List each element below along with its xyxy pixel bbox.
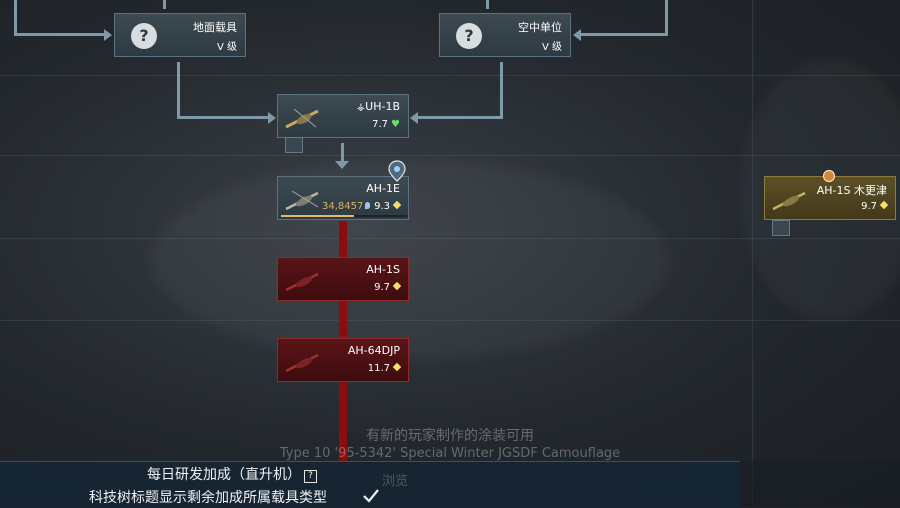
- nation-emblem-icon: ⚶: [356, 102, 366, 113]
- arrow-right-icon: [104, 29, 112, 41]
- grid-line: [0, 155, 900, 156]
- premium-marker-icon: [822, 169, 836, 183]
- crew-slot-icon: [772, 220, 790, 236]
- card-rank: V 级: [541, 42, 562, 53]
- connector: [341, 143, 344, 163]
- card-name: AH-64DJP: [347, 344, 400, 357]
- marker-icon: [388, 160, 406, 182]
- br-diamond-icon: [879, 200, 889, 210]
- helicopter-icon: [285, 353, 319, 373]
- connector: [581, 33, 668, 36]
- helicopter-icon: [285, 108, 319, 129]
- ground-vehicles-card[interactable]: ? 地面载具 V 级: [114, 13, 246, 57]
- arrow-left-icon: [410, 112, 418, 124]
- locked-line: [339, 301, 347, 337]
- research-points: 34,8457: [322, 201, 371, 212]
- card-name: ⚶UH-1B: [356, 100, 400, 113]
- card-br: 11.7: [368, 362, 402, 374]
- card-name: 地面载具: [193, 21, 237, 34]
- helicopter-icon: [285, 190, 319, 211]
- card-name: AH-1S 木更津: [816, 184, 887, 197]
- vehicle-card-ah1s[interactable]: AH-1S 9.7: [277, 257, 409, 301]
- helicopter-icon: [772, 191, 806, 211]
- show-vehicle-types-label: 科技树标题显示剩余加成所属载具类型: [89, 490, 327, 506]
- connector: [163, 0, 166, 9]
- connector: [418, 116, 503, 119]
- daily-research-bonus: 每日研发加成（直升机）?: [147, 464, 317, 484]
- grid-line: [0, 320, 900, 321]
- br-diamond-icon: [392, 281, 402, 291]
- vehicle-card-ah1e[interactable]: AH-1E 34,8457 9.3: [277, 176, 409, 220]
- crew-slot-icon: [285, 137, 303, 153]
- card-name: 空中单位: [518, 21, 562, 34]
- helicopter-icon: [285, 272, 319, 292]
- card-name: AH-1S: [366, 263, 400, 276]
- connector: [177, 62, 180, 119]
- vehicle-card-ah64djp[interactable]: AH-64DJP 11.7: [277, 338, 409, 382]
- heart-icon: ♥: [391, 119, 400, 130]
- card-name: AH-1E: [366, 182, 400, 195]
- help-icon[interactable]: ?: [304, 470, 317, 483]
- connector: [14, 33, 106, 36]
- arrow-left-icon: [573, 29, 581, 41]
- connector: [665, 0, 668, 36]
- connector: [500, 62, 503, 119]
- check-icon[interactable]: [362, 487, 380, 505]
- arrow-right-icon: [268, 112, 276, 124]
- connector: [177, 116, 269, 119]
- connector: [14, 0, 17, 36]
- question-icon: ?: [456, 23, 482, 49]
- question-icon: ?: [131, 23, 157, 49]
- arrow-down-icon: [335, 161, 349, 169]
- card-rank: V 级: [216, 42, 237, 53]
- card-br: 9.7: [861, 200, 889, 212]
- rp-icon: [365, 202, 371, 209]
- background-helicopter-shape: [150, 160, 670, 360]
- card-br: 7.7 ♥: [372, 119, 400, 130]
- card-br: 9.3: [374, 200, 402, 212]
- vehicle-card-uh1b[interactable]: ⚶UH-1B 7.7 ♥: [277, 94, 409, 138]
- grid-line: [0, 75, 900, 76]
- connector: [486, 0, 489, 9]
- skin-notice-title: 有新的玩家制作的涂装可用: [366, 428, 534, 444]
- br-diamond-icon: [392, 200, 402, 210]
- br-diamond-icon: [392, 362, 402, 372]
- research-progress-bar: [281, 215, 407, 217]
- locked-line: [339, 221, 347, 257]
- card-br: 9.7: [374, 281, 402, 293]
- grid-line: [0, 238, 900, 239]
- skin-notice-subtitle: Type 10 '95-5342' Special Winter JGSDF C…: [279, 446, 621, 461]
- air-units-card[interactable]: ? 空中单位 V 级: [439, 13, 571, 57]
